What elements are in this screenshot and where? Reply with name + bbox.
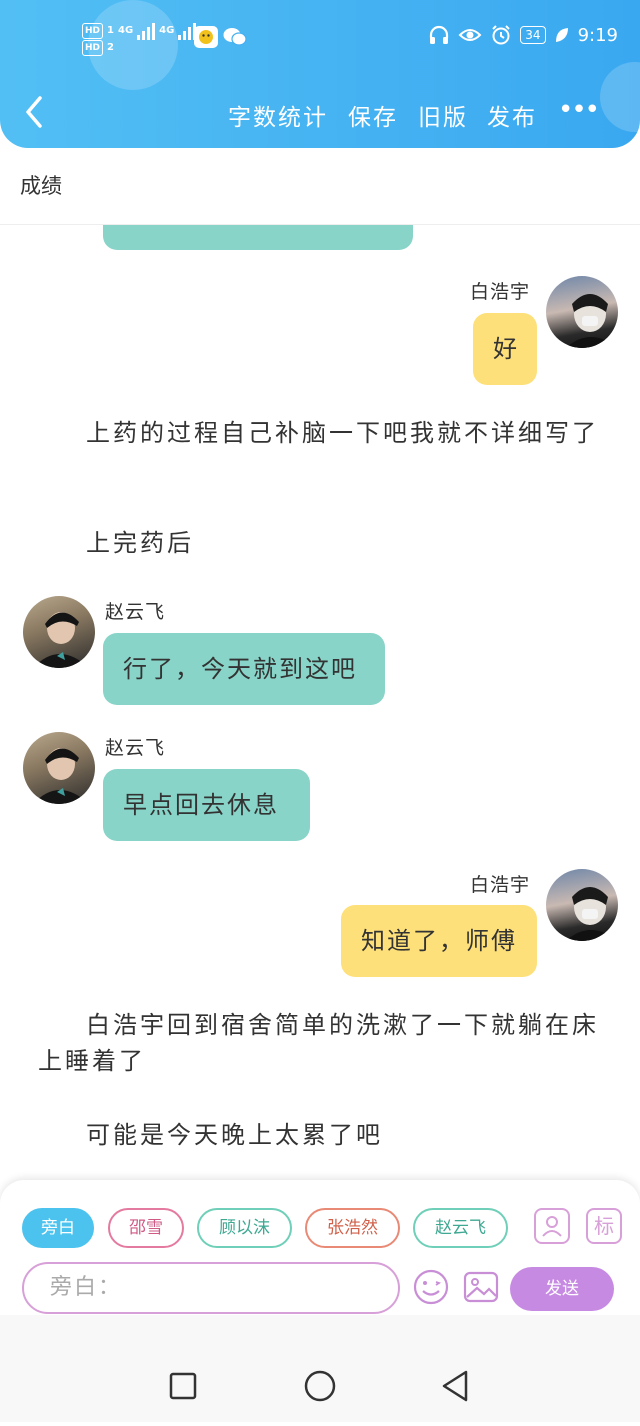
old-version-button[interactable]: 旧版 — [418, 98, 468, 132]
emoji-button[interactable] — [412, 1268, 450, 1306]
speaker-name: 白浩宇 — [470, 281, 531, 303]
signal-block: HD 1 4G 4G HD 2 — [82, 22, 197, 56]
message-bubble: 行了，今天就到这吧 — [103, 633, 385, 705]
recent-apps-button[interactable] — [143, 1315, 223, 1422]
speaker-name: 白浩宇 — [470, 874, 531, 896]
avatar-baihaoyu[interactable] — [546, 276, 618, 348]
headphones-icon — [430, 25, 449, 44]
image-icon — [463, 1271, 499, 1303]
clock: 9:19 — [577, 24, 618, 46]
app-header: HD 1 4G 4G HD 2 34 9:19 字数统计 保存 旧版 发布 ••… — [0, 0, 640, 148]
battery-indicator: 34 — [520, 26, 546, 44]
signal-icon-1 — [137, 22, 156, 40]
character-chip-zhanghaoran[interactable]: 张浩然 — [305, 1208, 400, 1248]
speaker-name: 赵云飞 — [105, 601, 166, 623]
avatar-zhaoyunfei[interactable] — [23, 596, 95, 668]
save-button[interactable]: 保存 — [348, 98, 398, 132]
back-nav-button[interactable] — [416, 1315, 496, 1422]
narration-text: 上药的过程自己补脑一下吧我就不详细写了 — [86, 419, 599, 447]
story-content: 白浩宇 好 上药的过程自己补脑一下吧我就不详细写了 上完药后 赵云飞 行了，今天… — [0, 225, 640, 1180]
message-bubble-partial — [103, 225, 413, 250]
notification-app-icon — [194, 26, 218, 48]
message-bubble: 好 — [473, 313, 537, 385]
smiley-icon — [413, 1269, 449, 1305]
network-type-2: 4G — [159, 25, 175, 36]
composer-panel: 旁白 邵雪 顾以沫 张浩然 赵云飞 标 旁白： 发送 — [0, 1180, 640, 1315]
hd-badge-2: HD — [82, 40, 104, 56]
network-type-1: 4G — [117, 25, 134, 36]
status-right: 34 9:19 — [428, 24, 618, 46]
system-nav-bar — [0, 1315, 640, 1422]
avatar-baihaoyu[interactable] — [546, 869, 618, 941]
status-bar: HD 1 4G 4G HD 2 34 9:19 — [0, 18, 640, 62]
wechat-icon — [222, 26, 247, 48]
document-title[interactable]: 成绩 — [20, 170, 62, 200]
add-character-button[interactable] — [534, 1208, 570, 1244]
message-bubble: 早点回去休息 — [103, 769, 310, 841]
narration-text: 白浩宇回到宿舍简单的洗漱了一下就躺在床上睡着了 — [38, 1011, 599, 1075]
send-button[interactable]: 发送 — [510, 1267, 614, 1311]
chevron-left-icon — [26, 96, 42, 128]
narration-text: 上完药后 — [86, 529, 194, 557]
square-icon — [169, 1372, 197, 1400]
publish-button[interactable]: 发布 — [487, 98, 537, 132]
character-chip-guyimo[interactable]: 顾以沫 — [197, 1208, 292, 1248]
speaker-name: 赵云飞 — [105, 737, 166, 759]
character-chip-narrator[interactable]: 旁白 — [22, 1208, 94, 1248]
back-button[interactable] — [20, 94, 50, 130]
eye-icon — [458, 29, 482, 41]
message-input[interactable]: 旁白： — [22, 1262, 400, 1314]
character-chip-zhaoyunfei[interactable]: 赵云飞 — [413, 1208, 508, 1248]
character-chip-shaoxue[interactable]: 邵雪 — [108, 1208, 184, 1248]
home-button[interactable] — [280, 1315, 360, 1422]
alarm-icon — [492, 25, 511, 45]
mark-button[interactable]: 标 — [586, 1208, 622, 1244]
hd-badge-1: HD — [82, 23, 104, 39]
triangle-back-icon — [442, 1370, 468, 1402]
person-icon — [542, 1216, 562, 1237]
narration-text: 可能是今天晚上太累了吧 — [86, 1121, 383, 1149]
leaf-icon — [555, 28, 568, 42]
word-count-button[interactable]: 字数统计 — [228, 98, 328, 132]
circle-icon — [304, 1370, 336, 1402]
editor-toolbar: 字数统计 保存 旧版 发布 ••• — [0, 88, 640, 138]
avatar-zhaoyunfei[interactable] — [23, 732, 95, 804]
image-button[interactable] — [462, 1268, 500, 1306]
message-bubble: 知道了，师傅 — [341, 905, 537, 977]
more-menu-button[interactable]: ••• — [558, 97, 600, 123]
